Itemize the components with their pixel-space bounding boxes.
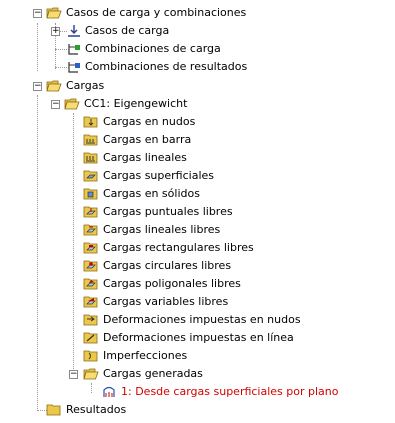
folder-icon [46,403,62,417]
tree-line [37,95,38,411]
collapse-icon[interactable]: − [33,82,42,91]
imperfection-icon [83,349,99,363]
tree-node-label: Cargas puntuales libres [103,205,233,218]
tree-node-label: CC1: Eigengewicht [84,97,188,110]
free-variable-load-icon [83,295,99,309]
tree-node-label: Combinaciones de carga [85,42,221,55]
tree-line [37,23,38,71]
collapse-icon[interactable]: − [51,100,60,109]
tree-node-label: 1: Desde cargas superficiales por plano [121,385,339,398]
folder-open-icon [64,97,80,111]
free-point-load-icon [83,205,99,219]
free-rectangular-load-icon [83,241,99,255]
tree-node-label: Cargas lineales [103,151,187,164]
tree-node-label: Cargas superficiales [103,169,215,182]
tree-node-label: Casos de carga y combinaciones [66,6,247,19]
tree-node-label: Cargas lineales libres [103,223,221,236]
tree-node-label: Cargas variables libres [103,295,229,308]
tree-node-label: Imperfecciones [103,349,188,362]
line-load-icon [83,151,99,165]
folder-open-icon [83,367,99,381]
tree-node-label: Cargas generadas [103,367,203,380]
navigator-tree: − Casos de carga y combinaciones + Casos… [0,0,395,419]
folder-open-icon [46,6,62,20]
tree-line [91,383,92,393]
nodal-load-icon [83,115,99,129]
collapse-icon[interactable]: − [33,9,42,18]
tree-line [73,113,74,373]
member-load-icon [83,133,99,147]
solid-load-icon [83,187,99,201]
imposed-nodal-deformation-icon [83,313,99,327]
tree-node-label: Resultados [66,403,127,416]
tree-node-label: Cargas en barra [103,133,192,146]
tree-node-label: Cargas rectangulares libres [103,241,254,254]
free-polygon-load-icon [83,277,99,291]
surface-load-icon [83,169,99,183]
load-case-icon [66,24,82,38]
expand-icon[interactable]: + [51,27,60,36]
collapse-icon[interactable]: − [69,370,78,379]
tree-node-label: Casos de carga [85,24,170,37]
tree-node-label: Cargas poligonales libres [103,277,241,290]
free-circular-load-icon [83,259,99,273]
tree-node-label: Deformaciones impuestas en línea [103,331,294,344]
free-line-load-icon [83,223,99,237]
tree-node-label: Cargas [66,79,105,92]
folder-open-icon [46,79,62,93]
tree-node-label: Combinaciones de resultados [85,60,248,73]
imposed-line-deformation-icon [83,331,99,345]
tree-node-label: Deformaciones impuestas en nudos [103,313,301,326]
load-combination-icon [66,42,82,56]
result-combination-icon [66,60,82,74]
generated-load-icon [101,385,117,399]
tree-node-label: Cargas circulares libres [103,259,232,272]
tree-node-label: Cargas en sólidos [103,187,200,200]
tree-node-label: Cargas en nudos [103,115,196,128]
